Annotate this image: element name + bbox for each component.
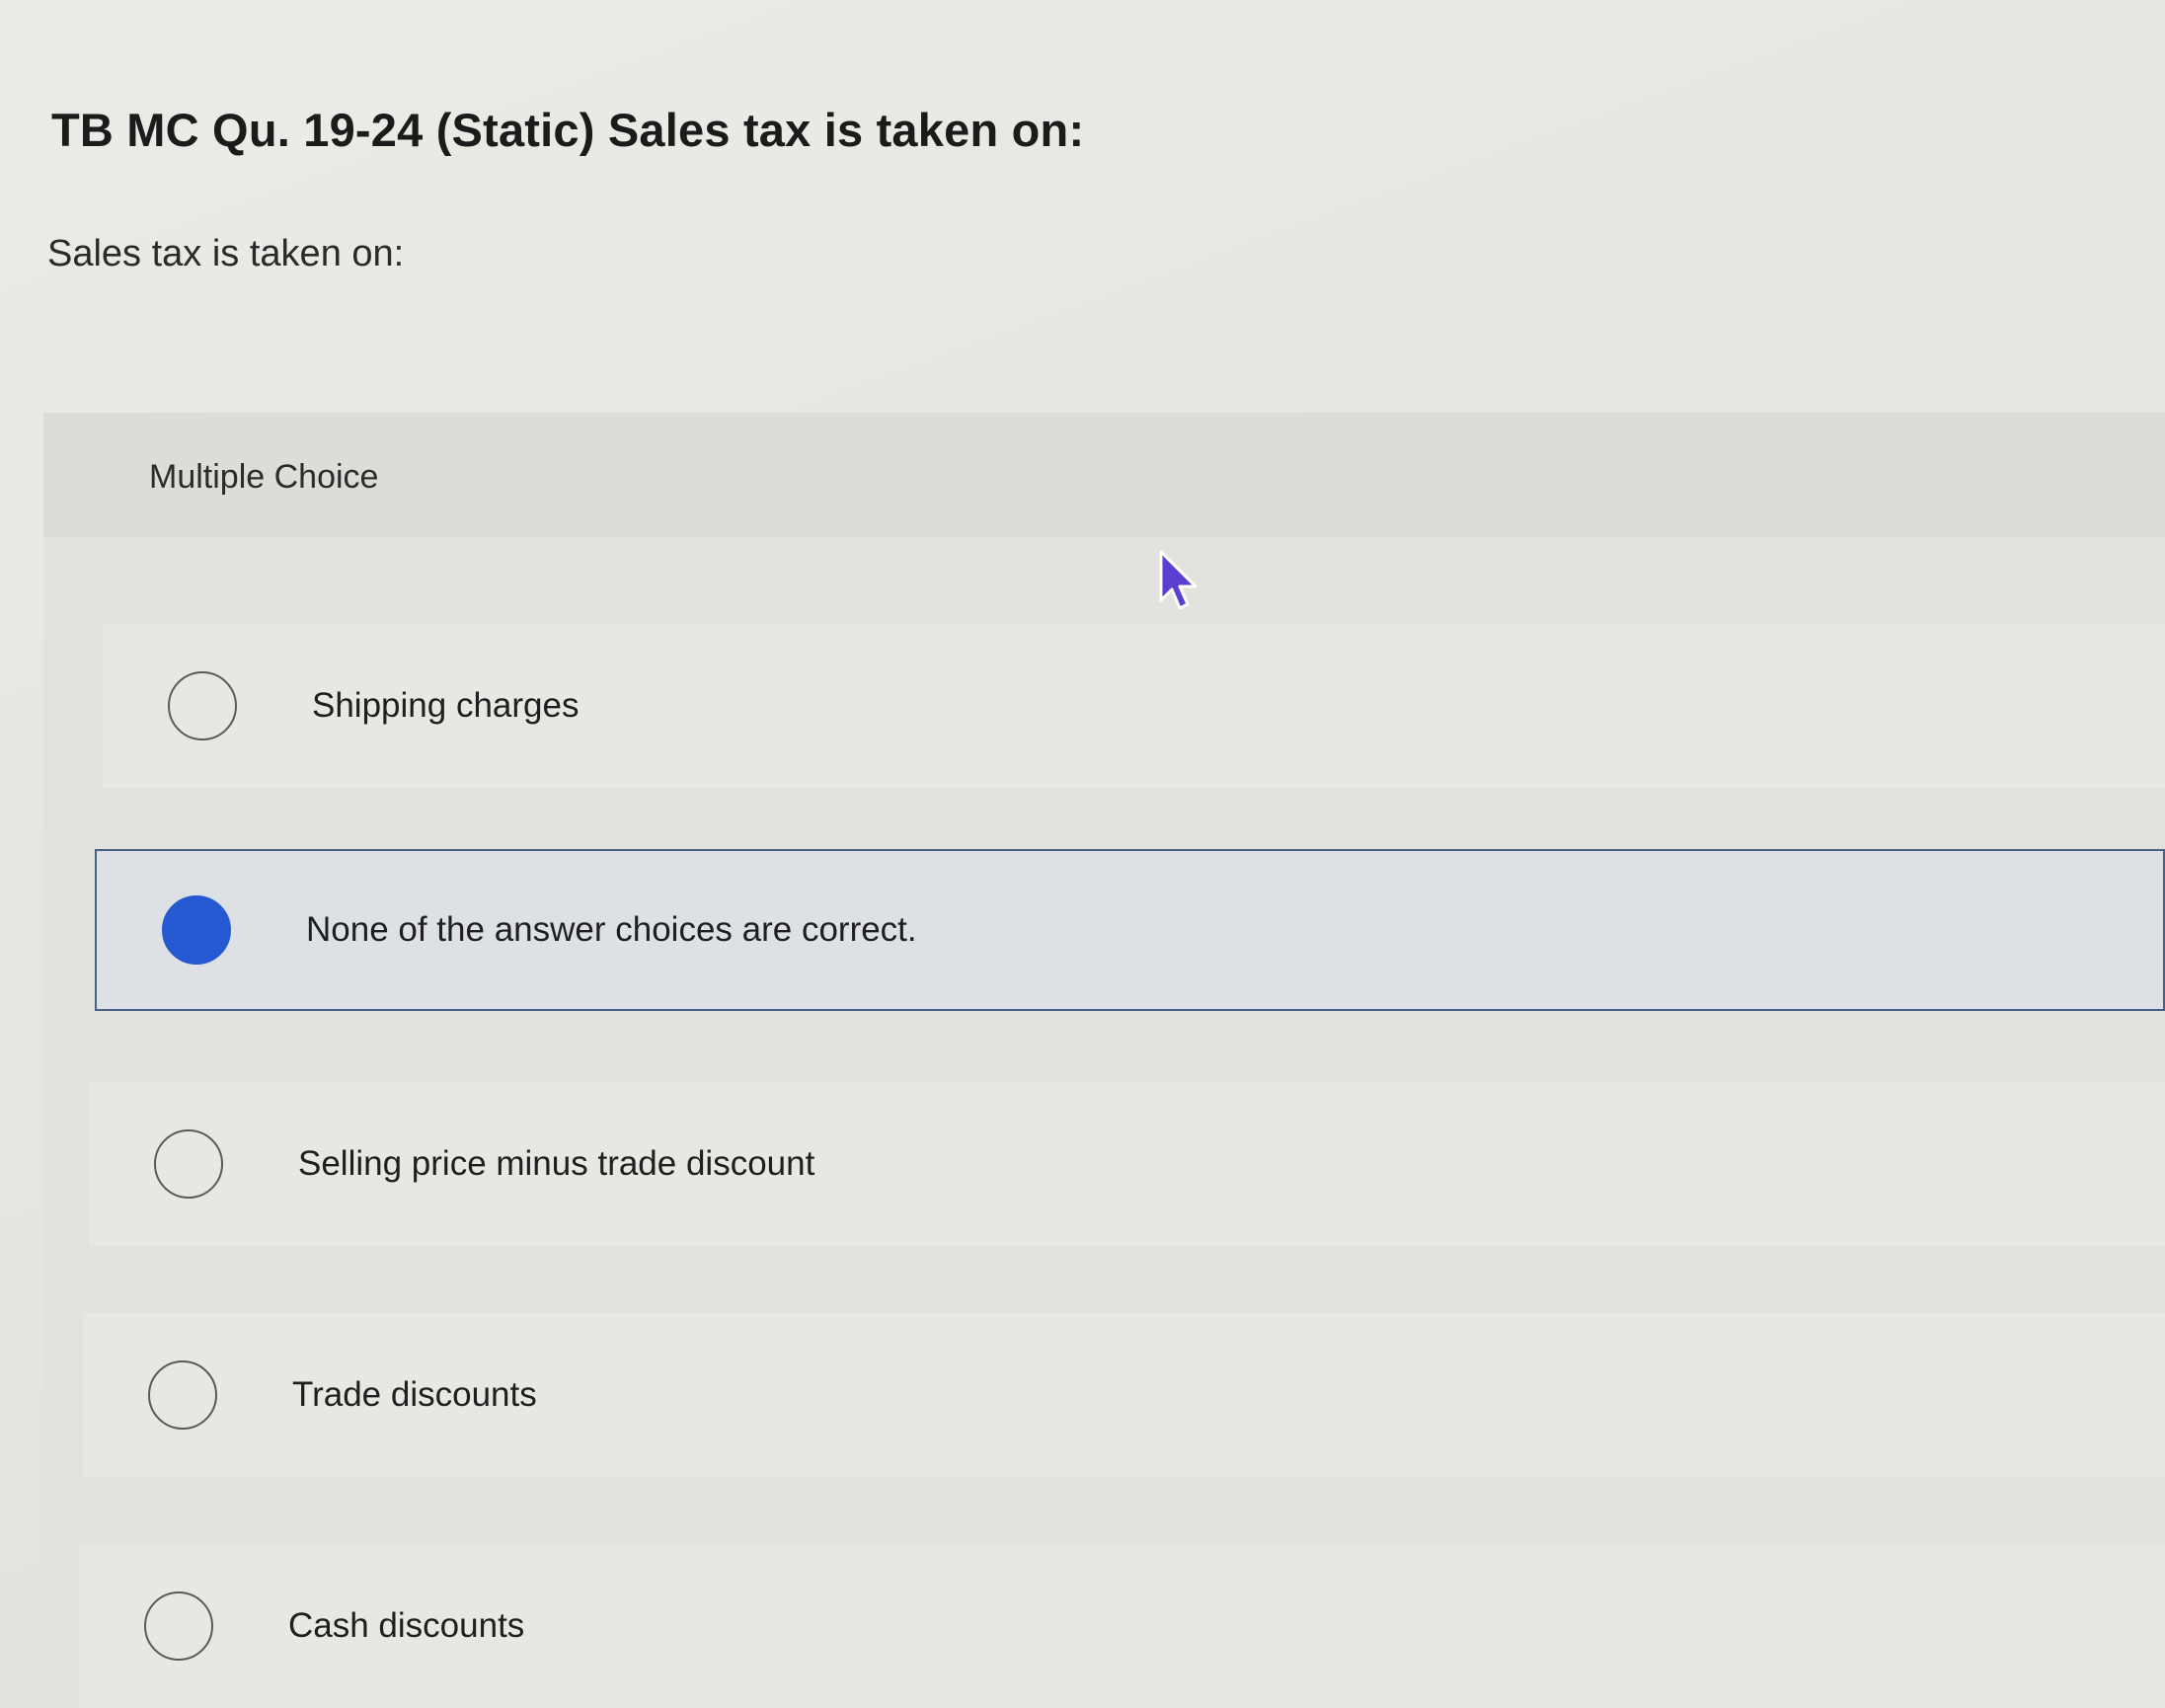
answer-option-label: Selling price minus trade discount bbox=[298, 1144, 815, 1183]
answer-option[interactable]: Selling price minus trade discount bbox=[89, 1082, 2165, 1246]
answer-option-label: Shipping charges bbox=[312, 686, 580, 725]
radio-button[interactable] bbox=[148, 1360, 217, 1430]
radio-button[interactable] bbox=[144, 1592, 213, 1661]
multiple-choice-panel: Multiple Choice bbox=[43, 413, 2165, 1708]
question-page: TB MC Qu. 19-24 (Static) Sales tax is ta… bbox=[0, 0, 2165, 1708]
answer-option[interactable]: Shipping charges bbox=[103, 624, 2165, 788]
answer-option-selected[interactable]: None of the answer choices are correct. bbox=[95, 849, 2165, 1011]
answer-option-label: Trade discounts bbox=[292, 1375, 537, 1414]
question-title: TB MC Qu. 19-24 (Static) Sales tax is ta… bbox=[51, 104, 1085, 156]
panel-header: Multiple Choice bbox=[43, 413, 2165, 537]
mouse-pointer-icon bbox=[1159, 550, 1198, 610]
radio-button-selected[interactable] bbox=[162, 895, 231, 965]
answer-option[interactable]: Trade discounts bbox=[83, 1313, 2165, 1477]
answer-option[interactable]: Cash discounts bbox=[79, 1544, 2165, 1708]
multiple-choice-label: Multiple Choice bbox=[149, 458, 379, 496]
radio-button[interactable] bbox=[168, 671, 237, 740]
radio-button[interactable] bbox=[154, 1129, 223, 1199]
answer-option-label: None of the answer choices are correct. bbox=[306, 910, 917, 949]
question-prompt: Sales tax is taken on: bbox=[47, 233, 405, 274]
answer-option-label: Cash discounts bbox=[288, 1606, 525, 1645]
